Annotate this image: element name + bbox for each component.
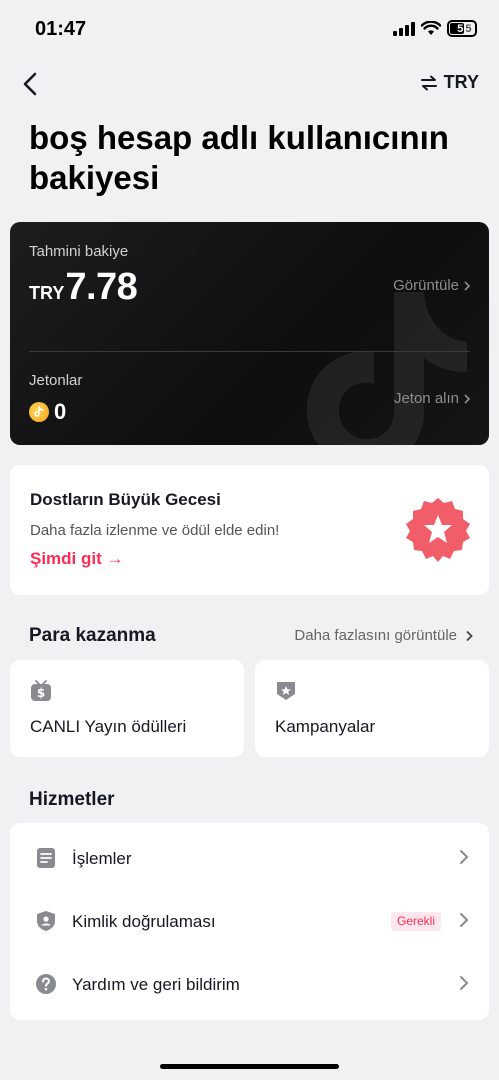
battery-icon: 5 5 (447, 20, 477, 37)
earning-more-label: Daha fazlasını görüntüle (294, 627, 457, 644)
document-icon (37, 848, 55, 868)
home-indicator[interactable] (160, 1064, 339, 1069)
chevron-right-icon (464, 280, 471, 291)
coins-value: 0 (54, 399, 67, 424)
earning-section-title: Para kazanma (29, 625, 156, 646)
transactions-row[interactable]: İşlemler (10, 827, 489, 889)
card-divider (29, 351, 470, 352)
star-badge-icon (406, 498, 470, 562)
transactions-label: İşlemler (72, 849, 132, 868)
balance-amount: TRY 7.78 (29, 266, 138, 309)
balance-currency: TRY (29, 283, 65, 303)
promo-cta-link[interactable]: Şimdi git → (30, 549, 124, 569)
view-balance-link[interactable]: Görüntüle (393, 277, 471, 294)
promo-subtitle: Daha fazla izlenme ve ödül elde edin! (30, 522, 280, 539)
battery-level-rest: 5 (465, 22, 472, 35)
campaign-badge-icon (277, 682, 295, 700)
coins-label: Jetonlar (29, 372, 83, 389)
back-button[interactable] (14, 68, 46, 100)
view-balance-label: Görüntüle (393, 277, 459, 294)
tiktok-watermark-icon (306, 292, 467, 445)
get-coins-link[interactable]: Jeton alın (394, 390, 471, 407)
chevron-right-icon (460, 913, 469, 927)
chevron-right-icon (460, 850, 469, 864)
svg-text:$: $ (37, 686, 45, 700)
swap-icon (420, 75, 437, 90)
required-badge: Gerekli (390, 912, 441, 931)
balance-card: Tahmini bakiye TRY 7.78 Görüntüle Jetonl… (10, 222, 489, 445)
identity-verification-row[interactable]: Kimlik doğrulaması Gerekli (10, 890, 489, 952)
chevron-left-icon (23, 72, 37, 96)
money-tv-icon: $ (31, 680, 51, 701)
balance-value: 7.78 (65, 266, 138, 308)
wifi-icon (421, 21, 441, 35)
chevron-right-icon (464, 393, 471, 404)
help-icon (36, 974, 56, 994)
battery-level: 5 (450, 23, 465, 35)
status-bar: 01:47 5 5 (0, 0, 499, 60)
page-title: boş hesap adlı kullanıcının bakiyesi (29, 119, 449, 196)
get-coins-label: Jeton alın (393, 390, 459, 407)
signal-icon (393, 21, 415, 36)
status-time: 01:47 (35, 18, 87, 40)
live-rewards-label: CANLI Yayın ödülleri (30, 717, 187, 736)
promo-card[interactable]: Dostların Büyük Gecesi Daha fazla izlenm… (10, 465, 489, 595)
coin-icon (29, 402, 49, 422)
earning-more-link[interactable]: Daha fazlasını görüntüle (294, 627, 473, 644)
chevron-right-icon (466, 630, 473, 641)
promo-title: Dostların Büyük Gecesi (30, 490, 221, 509)
shield-user-icon (37, 911, 55, 931)
estimated-balance-label: Tahmini bakiye (29, 243, 129, 260)
status-icons: 5 5 (393, 20, 477, 37)
chevron-right-icon (460, 976, 469, 990)
coins-amount: 0 (29, 399, 66, 425)
identity-verification-label: Kimlik doğrulaması (72, 912, 216, 931)
currency-label: TRY (443, 72, 479, 92)
services-card: İşlemler Kimlik doğrulaması Gerekli Yard… (10, 823, 489, 1020)
services-section-title: Hizmetler (29, 789, 115, 810)
help-feedback-row[interactable]: Yardım ve geri bildirim (10, 953, 489, 1015)
campaigns-card[interactable]: Kampanyalar (255, 660, 489, 757)
nav-bar: TRY (0, 64, 499, 104)
campaigns-label: Kampanyalar (275, 717, 376, 736)
live-rewards-card[interactable]: $ CANLI Yayın ödülleri (10, 660, 244, 757)
currency-switch-button[interactable]: TRY (420, 72, 479, 93)
help-feedback-label: Yardım ve geri bildirim (72, 975, 240, 994)
